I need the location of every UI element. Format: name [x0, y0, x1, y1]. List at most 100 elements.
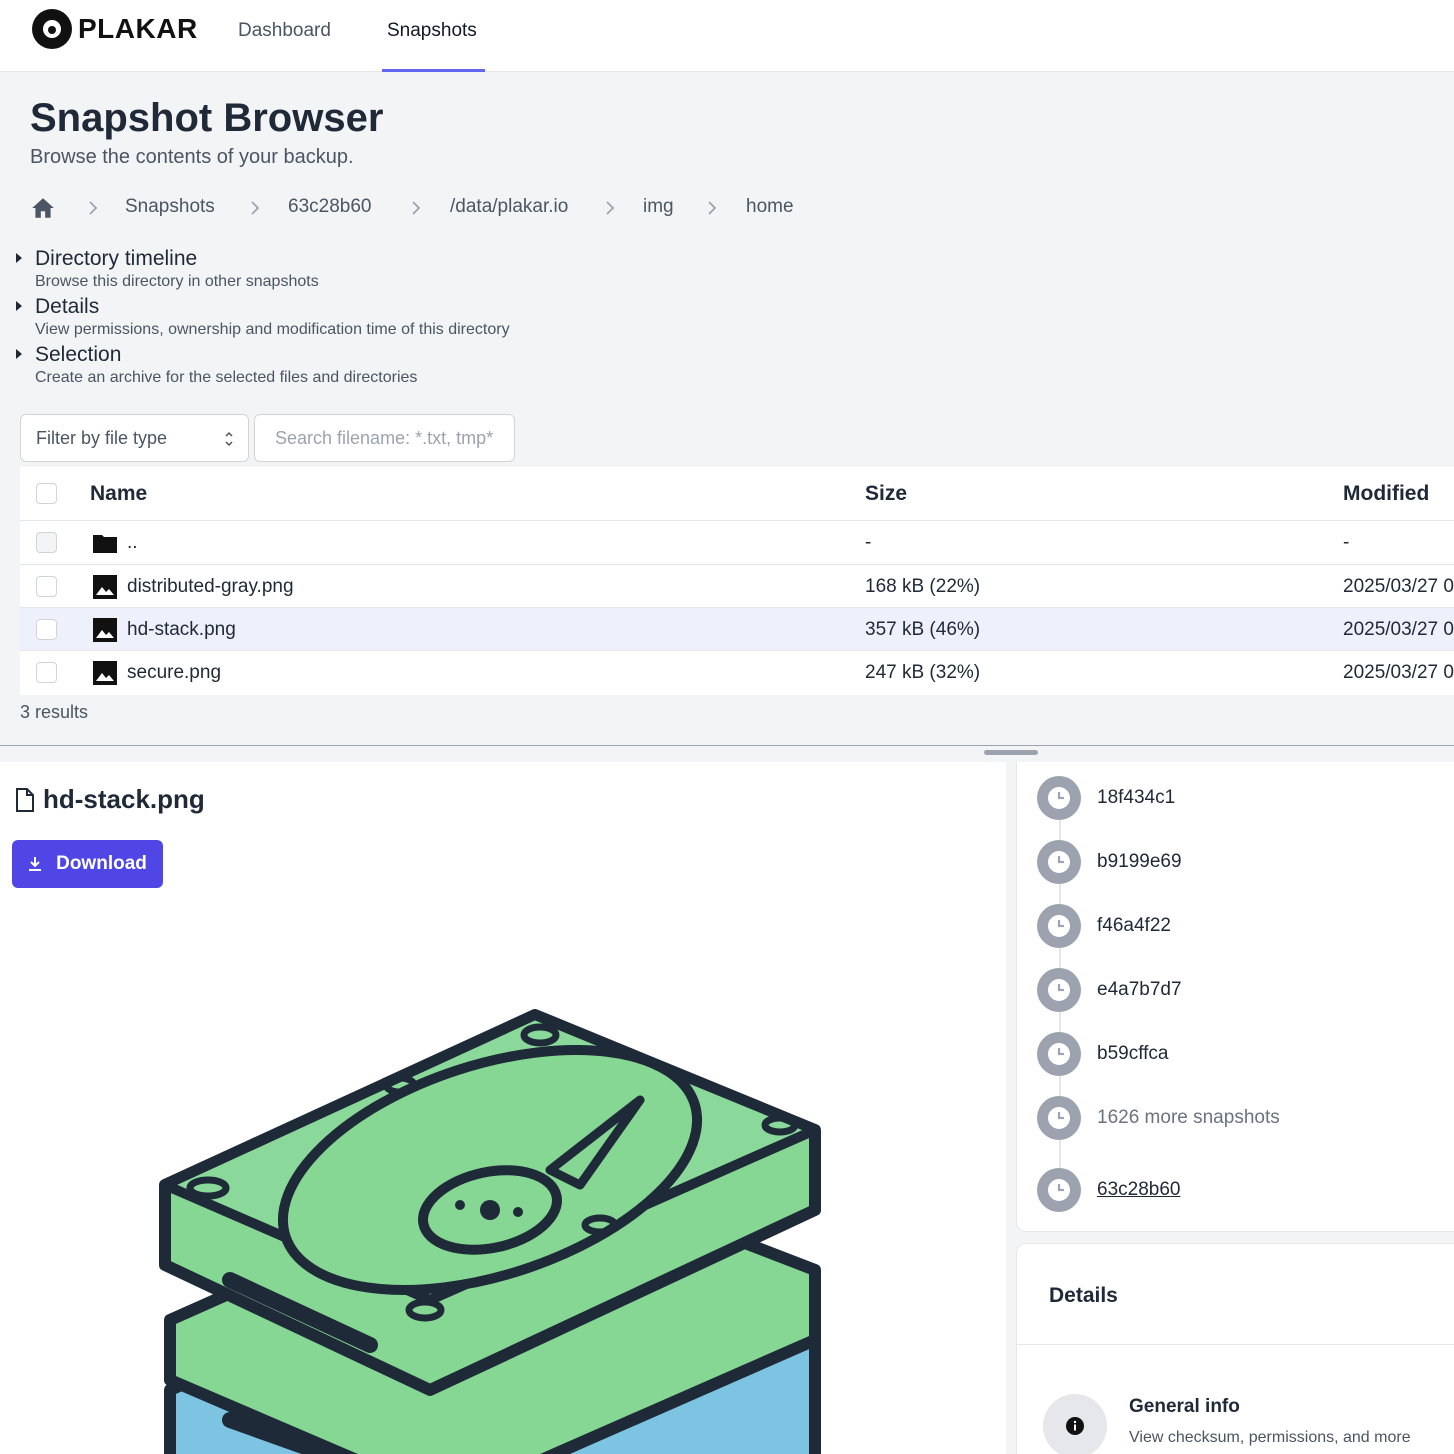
folder-icon	[93, 535, 117, 553]
row-checkbox[interactable]	[36, 619, 57, 640]
timeline-more-label[interactable]: 1626 more snapshots	[1097, 1107, 1280, 1129]
table-row[interactable]: distributed-gray.png 168 kB (22%) 2025/0…	[20, 565, 1454, 608]
clock-icon	[1037, 968, 1081, 1012]
filename-search-input[interactable]	[254, 414, 515, 462]
timeline-item[interactable]: 18f434c1	[1037, 776, 1437, 820]
file-type-filter[interactable]: Filter by file type	[20, 414, 249, 462]
column-header-name[interactable]: Name	[90, 482, 147, 506]
snapshot-timeline: 18f434c1 b9199e69 f46a4f22 e4a7b7d7 b59c…	[1016, 762, 1454, 1232]
chevron-right-icon	[89, 201, 98, 215]
resize-handle[interactable]	[984, 750, 1038, 755]
top-nav: PLAKAR Dashboard Snapshots	[0, 0, 1454, 72]
section-title: Selection	[35, 343, 122, 366]
breadcrumb-item-img[interactable]: img	[643, 196, 674, 218]
row-modified: 2025/03/27 0	[1343, 619, 1454, 640]
plakar-logo-icon	[32, 9, 72, 49]
timeline-snapshot-id[interactable]: e4a7b7d7	[1097, 979, 1182, 1001]
preview-filename: hd-stack.png	[43, 784, 205, 814]
timeline-item[interactable]: b59cffca	[1037, 1032, 1437, 1076]
timeline-item[interactable]: f46a4f22	[1037, 904, 1437, 948]
details-card-title: Details	[1049, 1284, 1118, 1307]
row-name[interactable]: hd-stack.png	[127, 619, 236, 641]
row-name[interactable]: distributed-gray.png	[127, 576, 294, 598]
section-description: Browse this directory in other snapshots	[35, 273, 319, 290]
timeline-item[interactable]: b9199e69	[1037, 840, 1437, 884]
section-title: Directory timeline	[35, 247, 198, 270]
caret-right-icon	[16, 301, 22, 311]
chevron-right-icon	[251, 201, 260, 215]
chevron-right-icon	[412, 201, 421, 215]
caret-right-icon	[16, 349, 22, 359]
row-modified: 2025/03/27 0	[1343, 662, 1454, 683]
clock-icon	[1037, 1168, 1081, 1212]
caret-right-icon	[16, 253, 22, 263]
row-size: -	[865, 532, 872, 553]
section-description: View permissions, ownership and modifica…	[35, 321, 510, 338]
info-icon	[1043, 1394, 1107, 1454]
timeline-snapshot-link[interactable]: 63c28b60	[1097, 1179, 1180, 1201]
page-title: Snapshot Browser	[30, 96, 384, 140]
download-button-label: Download	[56, 853, 147, 874]
row-size: 357 kB (46%)	[865, 619, 981, 640]
file-icon	[16, 787, 34, 812]
timeline-snapshot-id[interactable]: f46a4f22	[1097, 915, 1171, 937]
breadcrumb-item-snapshots[interactable]: Snapshots	[125, 196, 215, 218]
column-header-size[interactable]: Size	[865, 482, 907, 506]
nav-snapshots[interactable]: Snapshots	[387, 20, 477, 42]
chevron-right-icon	[708, 201, 717, 215]
row-modified: -	[1343, 532, 1350, 553]
clock-icon	[1037, 776, 1081, 820]
clock-icon	[1037, 904, 1081, 948]
clock-icon	[1037, 1096, 1081, 1140]
file-preview-pane: hd-stack.png Download	[0, 762, 1006, 1454]
clock-icon	[1037, 1032, 1081, 1076]
timeline-snapshot-id[interactable]: b9199e69	[1097, 851, 1182, 873]
row-checkbox	[36, 532, 57, 553]
chevron-right-icon	[606, 201, 615, 215]
download-icon	[29, 857, 42, 871]
file-table: Name Size Modified .. - - distributed-gr…	[20, 467, 1454, 695]
nav-dashboard[interactable]: Dashboard	[238, 20, 331, 42]
timeline-snapshot-id[interactable]: b59cffca	[1097, 1043, 1168, 1065]
hard-drive-stack-image	[159, 1009, 821, 1454]
nav-active-indicator	[382, 69, 485, 72]
breadcrumb-item-home[interactable]: home	[746, 196, 794, 218]
image-icon	[93, 661, 117, 685]
timeline-item-current[interactable]: 63c28b60	[1037, 1168, 1437, 1212]
section-description: Create an archive for the selected files…	[35, 369, 418, 386]
breadcrumb: Snapshots 63c28b60 /data/plakar.io img h…	[30, 192, 930, 224]
timeline-item[interactable]: e4a7b7d7	[1037, 968, 1437, 1012]
details-card: Details General info View checksum, perm…	[1016, 1243, 1454, 1454]
row-checkbox[interactable]	[36, 662, 57, 683]
table-header-row: Name Size Modified	[20, 467, 1454, 521]
table-row[interactable]: .. - -	[20, 521, 1454, 565]
timeline-more[interactable]: 1626 more snapshots	[1037, 1096, 1437, 1140]
file-type-filter-label: Filter by file type	[36, 428, 168, 448]
table-row-selected[interactable]: hd-stack.png 357 kB (46%) 2025/03/27 0	[20, 608, 1454, 651]
row-size: 247 kB (32%)	[865, 662, 981, 683]
row-name[interactable]: ..	[127, 532, 138, 554]
table-row[interactable]: secure.png 247 kB (32%) 2025/03/27 0	[20, 651, 1454, 695]
general-info-description: View checksum, permissions, and more	[1129, 1429, 1411, 1446]
row-name[interactable]: secure.png	[127, 662, 221, 684]
select-all-checkbox[interactable]	[36, 483, 57, 504]
results-count: 3 results	[20, 702, 89, 722]
general-info-title[interactable]: General info	[1129, 1396, 1240, 1418]
row-checkbox[interactable]	[36, 576, 57, 597]
breadcrumb-item-path[interactable]: /data/plakar.io	[450, 196, 568, 218]
clock-icon	[1037, 840, 1081, 884]
column-header-modified[interactable]: Modified	[1343, 482, 1429, 506]
row-modified: 2025/03/27 0	[1343, 576, 1454, 597]
row-size: 168 kB (22%)	[865, 576, 981, 597]
select-arrows-icon	[225, 431, 233, 447]
split-divider	[0, 745, 1454, 746]
download-button[interactable]: Download	[12, 840, 163, 888]
brand-name: PLAKAR	[78, 13, 198, 44]
section-title: Details	[35, 295, 100, 318]
preview-title: hd-stack.png	[15, 784, 205, 815]
breadcrumb-item-snapshot-id[interactable]: 63c28b60	[288, 196, 371, 218]
home-icon[interactable]	[30, 195, 56, 221]
page-subtitle: Browse the contents of your backup.	[30, 146, 354, 168]
brand-logo[interactable]: PLAKAR	[32, 9, 198, 49]
timeline-snapshot-id[interactable]: 18f434c1	[1097, 787, 1175, 809]
